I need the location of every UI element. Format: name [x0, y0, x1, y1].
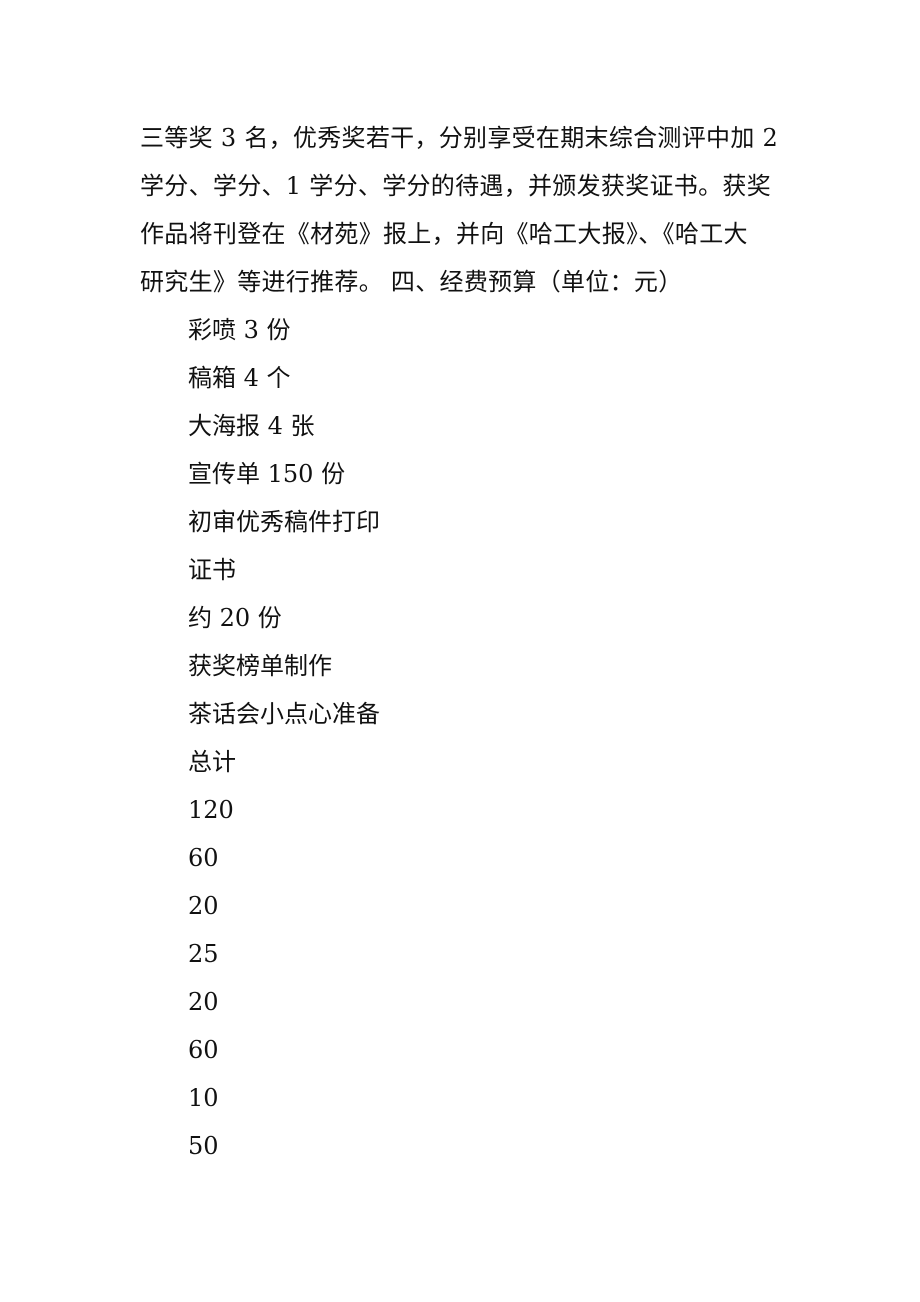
budget-item: 约 20 份: [188, 604, 282, 632]
budget-amount: 60: [188, 1036, 219, 1064]
budget-item: 获奖榜单制作: [188, 652, 332, 680]
budget-total-label: 总计: [188, 748, 236, 776]
budget-amount: 20: [188, 892, 219, 920]
paragraph-line: 学分、学分、1 学分、学分的待遇，并颁发获奖证书。获奖: [140, 172, 771, 200]
award-paragraph: 三等奖 3 名，优秀奖若干，分别享受在期末综合测评中加 2 学分、学分、1 学分…: [140, 114, 790, 306]
budget-amount: 25: [188, 940, 219, 968]
budget-amount: 10: [188, 1084, 219, 1112]
budget-item: 初审优秀稿件打印: [188, 508, 380, 536]
budget-item: 彩喷 3 份: [188, 316, 291, 344]
budget-amount: 120: [188, 796, 234, 824]
budget-amount: 60: [188, 844, 219, 872]
budget-amount: 50: [188, 1132, 219, 1160]
budget-amount: 20: [188, 988, 219, 1016]
paragraph-line: 作品将刊登在《材苑》报上，并向《哈工大报》、《哈工大: [140, 220, 748, 248]
paragraph-line: 三等奖 3 名，优秀奖若干，分别享受在期末综合测评中加 2: [140, 124, 779, 152]
budget-item: 证书: [188, 556, 236, 584]
paragraph-line: 研究生》等进行推荐。 四、经费预算（单位：元）: [140, 268, 683, 296]
budget-item: 大海报 4 张: [188, 412, 315, 440]
budget-item: 宣传单 150 份: [188, 460, 346, 488]
budget-item: 稿箱 4 个: [188, 364, 291, 392]
budget-item: 茶话会小点心准备: [188, 700, 380, 728]
document-page: 三等奖 3 名，优秀奖若干，分别享受在期末综合测评中加 2 学分、学分、1 学分…: [0, 0, 920, 1302]
budget-list: 彩喷 3 份 稿箱 4 个 大海报 4 张 宣传单 150 份 初审优秀稿件打印…: [188, 306, 380, 1170]
